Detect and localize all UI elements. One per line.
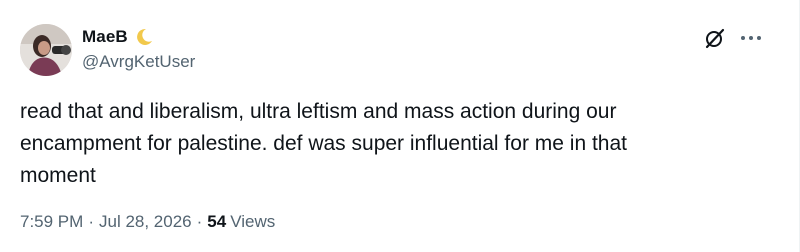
meta-separator: ·	[88, 212, 94, 231]
author-block: MaeB @AvrgKetUser	[82, 26, 195, 72]
display-name[interactable]: MaeB	[82, 27, 128, 47]
views-count[interactable]: 54	[207, 212, 226, 232]
tweet-text: read that and liberalism, ultra leftism …	[20, 100, 627, 187]
user-handle[interactable]: @AvrgKetUser	[82, 52, 195, 72]
grok-icon[interactable]	[703, 26, 727, 50]
crescent-moon-icon	[134, 27, 154, 47]
name-row: MaeB	[82, 26, 195, 48]
meta-separator: ·	[196, 212, 203, 231]
tweet-time[interactable]: 7:59 PM	[20, 212, 83, 232]
tweet-metadata: 7:59 PM · Jul 28, 2026 · 54 Views	[20, 212, 275, 232]
more-options-icon[interactable]	[738, 26, 764, 50]
tweet-card: MaeB @AvrgKetUser read that and liberali…	[0, 0, 800, 252]
views-label[interactable]: Views	[230, 212, 275, 232]
avatar[interactable]	[20, 24, 72, 76]
tweet-date[interactable]: Jul 28, 2026	[99, 212, 192, 232]
